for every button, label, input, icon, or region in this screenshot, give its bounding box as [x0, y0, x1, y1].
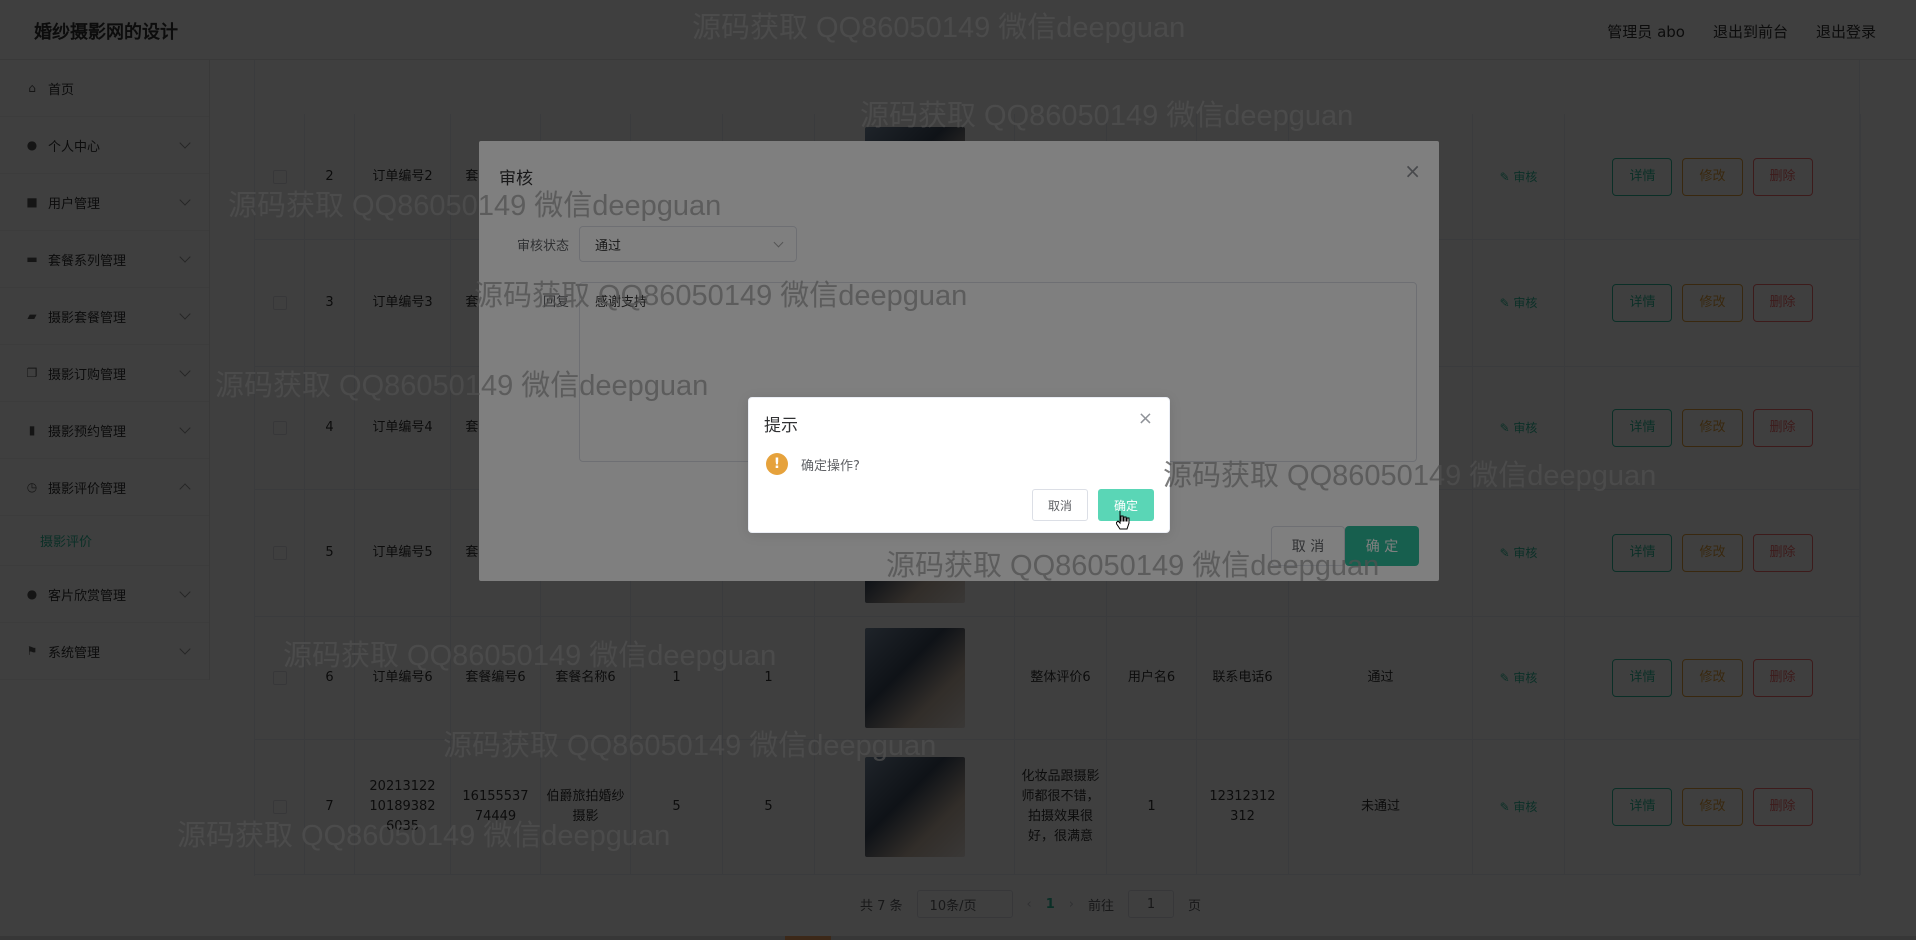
- messagebox-cancel-button[interactable]: 取消: [1032, 489, 1088, 521]
- watermark-text: 源码获取 QQ86050149 微信deepguan: [177, 820, 671, 852]
- messagebox-message: 确定操作?: [801, 459, 860, 474]
- confirm-messagebox: 提示 × ! 确定操作? 取消 确定: [748, 397, 1170, 533]
- close-icon[interactable]: ×: [1138, 408, 1153, 429]
- watermark-text: 源码获取 QQ86050149 微信deepguan: [215, 370, 709, 402]
- watermark-text: 源码获取 QQ86050149 微信deepguan: [692, 12, 1186, 44]
- watermark-text: 源码获取 QQ86050149 微信deepguan: [860, 100, 1354, 132]
- watermark-text: 源码获取 QQ86050149 微信deepguan: [886, 550, 1380, 582]
- mouse-pointer-icon: [1116, 511, 1130, 530]
- watermark-text: 源码获取 QQ86050149 微信deepguan: [228, 190, 722, 222]
- watermark-text: 源码获取 QQ86050149 微信deepguan: [283, 640, 777, 672]
- watermark-text: 源码获取 QQ86050149 微信deepguan: [1163, 460, 1657, 492]
- watermark-text: 源码获取 QQ86050149 微信deepguan: [443, 730, 937, 762]
- watermark-text: 源码获取 QQ86050149 微信deepguan: [474, 280, 968, 312]
- warning-icon: !: [766, 453, 788, 475]
- messagebox-title: 提示: [764, 416, 798, 436]
